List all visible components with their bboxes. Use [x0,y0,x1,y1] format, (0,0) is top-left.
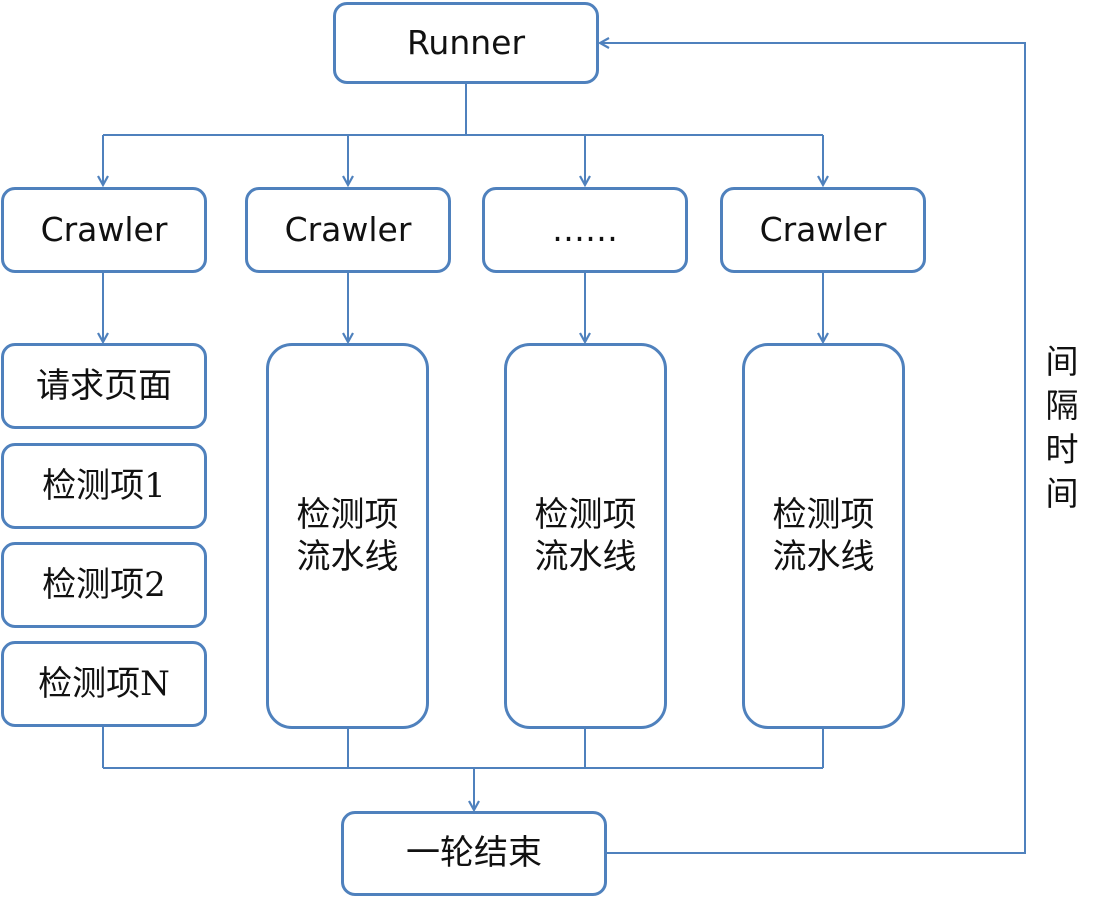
check-item-n-box: 检测项N [1,641,207,727]
pipeline-box-2: 检测项 流水线 [504,343,667,729]
runner-box: Runner [333,2,599,84]
round-end-box: 一轮结束 [341,811,607,896]
step-label: 检测项N [38,663,170,704]
crawler-box-4: Crawler [720,187,926,273]
crawler-box-1: Crawler [1,187,207,273]
check-item-1-box: 检测项1 [1,443,207,529]
step-label: 请求页面 [36,365,172,406]
pipeline-label: 检测项 流水线 [296,494,399,578]
runner-label: Runner [406,23,526,63]
step-label: 检测项1 [42,465,166,506]
pipeline-box-3: 检测项 流水线 [742,343,905,729]
crawler-box-2: Crawler [245,187,451,273]
pipeline-box-1: 检测项 流水线 [266,343,429,729]
round-end-label: 一轮结束 [406,833,542,874]
request-page-box: 请求页面 [1,343,207,429]
ellipsis-label: …… [552,210,618,250]
step-label: 检测项2 [42,564,166,605]
check-item-2-box: 检测项2 [1,542,207,628]
crawler-box-ellipsis: …… [482,187,688,273]
crawler-label: Crawler [40,210,168,250]
interval-time-label: 间隔时间 [1045,342,1079,513]
pipeline-label: 检测项 流水线 [534,494,637,578]
pipeline-label: 检测项 流水线 [772,494,875,578]
flow-diagram: Runner Crawler Crawler …… Crawler 请求页面 检… [0,0,1100,898]
crawler-label: Crawler [759,210,887,250]
crawler-label: Crawler [284,210,412,250]
